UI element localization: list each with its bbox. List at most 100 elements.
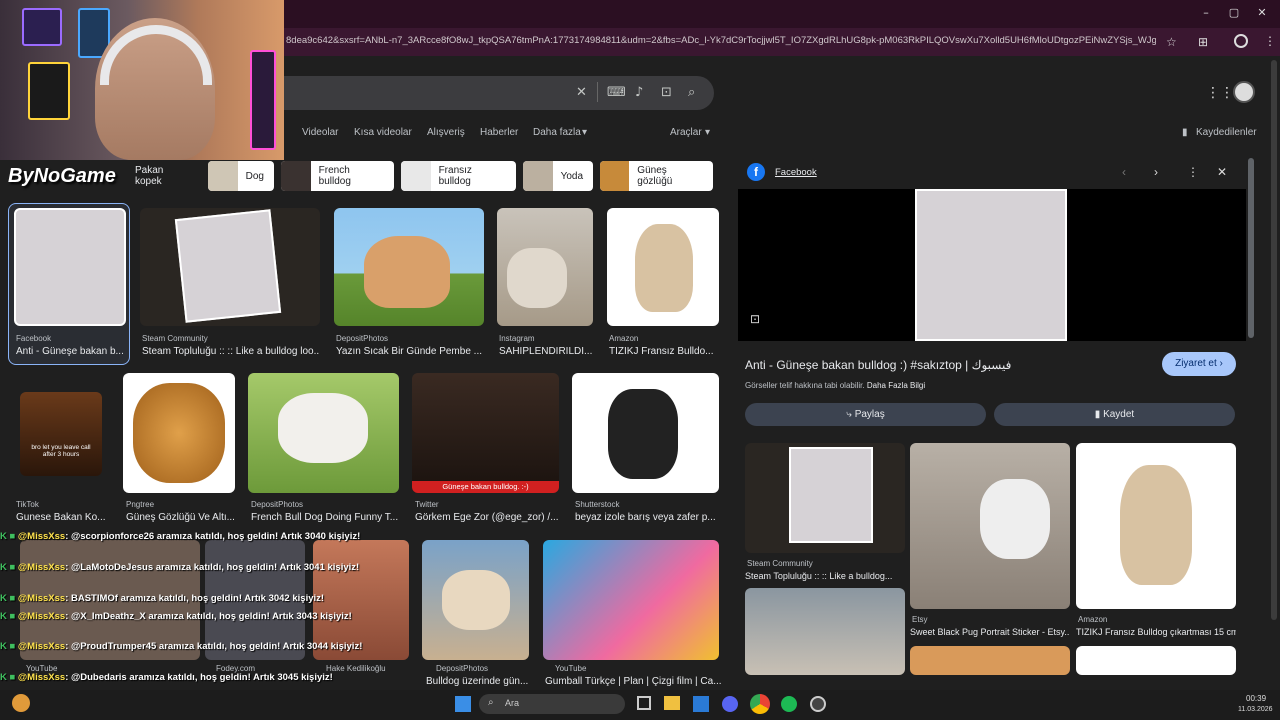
chip-pakan-kopek[interactable]: Pakan kopek xyxy=(95,161,199,191)
result-image[interactable]: bro let you leave call after 3 hours xyxy=(20,392,102,476)
result-image[interactable] xyxy=(572,373,719,493)
chevron-down-icon: ▾ xyxy=(582,127,588,138)
save-label: Kaydet xyxy=(1103,409,1135,420)
related-title[interactable]: Steam Topluluğu :: :: Like a bulldog... xyxy=(745,571,905,581)
next-arrow-icon[interactable]: › xyxy=(1154,165,1158,179)
save-button[interactable]: ▮ Kaydet xyxy=(994,403,1235,426)
lens-icon[interactable]: ⊡ xyxy=(661,85,672,100)
maximize-icon[interactable]: ▢ xyxy=(1226,6,1242,22)
panel-source-link[interactable]: Facebook xyxy=(775,167,817,178)
chip-thumb xyxy=(208,161,238,191)
chip-fransiz-bulldog[interactable]: Fransız bulldog xyxy=(401,161,516,191)
result-source: Shutterstock xyxy=(575,500,620,509)
result-source: Steam Community xyxy=(142,334,208,343)
discord-icon[interactable] xyxy=(722,696,738,712)
result-image[interactable] xyxy=(140,208,320,326)
search-input[interactable] xyxy=(284,76,714,110)
result-source: DepositPhotos xyxy=(436,664,489,673)
chevron-down-icon: ▾ xyxy=(705,127,711,138)
url-text[interactable]: 8dea9c642&sxsrf=ANbL-n7_3ARcce8fO8wJ_tkp… xyxy=(286,35,1156,46)
chrome-icon[interactable] xyxy=(750,694,770,714)
tab-videos[interactable]: Videolar xyxy=(302,127,339,138)
result-image[interactable] xyxy=(123,373,235,493)
related-image[interactable] xyxy=(910,443,1070,609)
page-scrollbar[interactable] xyxy=(1271,60,1277,620)
result-title[interactable]: Güneş Gözlüğü Ve Altı... xyxy=(126,512,238,523)
chip-french-bulldog[interactable]: French bulldog xyxy=(281,161,394,191)
share-button[interactable]: ⤷ Paylaş xyxy=(745,403,986,426)
lens-icon[interactable]: ⊡ xyxy=(750,312,760,326)
dog-card xyxy=(174,209,282,323)
bookmark-icon[interactable]: ▮ xyxy=(1182,127,1188,138)
task-view-icon[interactable] xyxy=(637,696,651,710)
panel-scrollbar[interactable] xyxy=(1248,158,1254,338)
tab-short-videos[interactable]: Kısa videolar xyxy=(354,127,412,138)
related-image[interactable] xyxy=(1076,646,1236,675)
file-explorer-icon[interactable] xyxy=(664,696,680,710)
result-image[interactable] xyxy=(248,373,399,493)
chip-yoda[interactable]: Yoda xyxy=(523,161,593,191)
result-image[interactable] xyxy=(497,208,593,326)
spotify-icon[interactable] xyxy=(781,696,797,712)
saved-button[interactable]: Kaydedilenler xyxy=(1196,127,1257,138)
related-image[interactable] xyxy=(910,646,1070,675)
tiktok-caption: bro let you leave call after 3 hours xyxy=(31,444,91,458)
result-title[interactable]: French Bull Dog Doing Funny T... xyxy=(251,512,401,523)
result-title[interactable]: Bulldog üzerinde gün... xyxy=(426,676,536,687)
taskbar-search[interactable] xyxy=(479,694,625,714)
panel-title: Anti - Güneşe bakan bulldog :) #sakıztop… xyxy=(745,358,1012,372)
tab-shopping[interactable]: Alışveriş xyxy=(427,127,465,138)
close-panel-icon[interactable]: ✕ xyxy=(1217,165,1227,179)
result-image[interactable] xyxy=(422,540,529,660)
result-title[interactable]: beyaz izole barış veya zafer p... xyxy=(575,512,720,523)
preview-image[interactable] xyxy=(915,189,1067,341)
minimize-icon[interactable]: – xyxy=(1198,6,1214,22)
result-source: Amazon xyxy=(609,334,639,343)
profile-icon[interactable] xyxy=(1234,34,1248,48)
translate-icon[interactable]: ⊞ xyxy=(1198,35,1208,49)
result-title[interactable]: SAHİPLENDİRİLDİ... xyxy=(499,346,593,357)
result-title[interactable]: Steam Topluluğu :: :: Like a bulldog loo… xyxy=(142,346,320,357)
clear-search-icon[interactable]: ✕ xyxy=(576,85,587,100)
menu-kebab-icon[interactable]: ⋮ xyxy=(1264,34,1276,48)
result-image[interactable] xyxy=(334,208,484,326)
tab-news[interactable]: Haberler xyxy=(480,127,518,138)
related-image[interactable] xyxy=(745,588,905,675)
prev-arrow-icon[interactable]: ‹ xyxy=(1122,165,1126,179)
result-title[interactable]: Yazın Sıcak Bir Günde Pembe ... xyxy=(336,346,484,357)
result-title[interactable]: Görkem Ege Zor (@ege_zor) /... xyxy=(415,512,560,523)
tools-button[interactable]: Araçlar xyxy=(670,127,702,138)
store-icon[interactable] xyxy=(693,696,709,712)
account-avatar[interactable] xyxy=(1233,81,1255,103)
dog-shape xyxy=(980,479,1050,559)
close-window-icon[interactable]: ✕ xyxy=(1254,6,1270,22)
result-image[interactable] xyxy=(543,540,719,660)
related-image[interactable] xyxy=(745,443,905,553)
related-image[interactable] xyxy=(1076,443,1236,609)
result-image[interactable] xyxy=(14,208,126,326)
result-title[interactable]: Anti - Güneşe bakan b... xyxy=(16,346,126,357)
result-image[interactable]: Güneşe bakan bulldog. :-) xyxy=(412,373,559,493)
weather-icon[interactable] xyxy=(12,694,30,712)
related-source: Steam Community xyxy=(747,559,813,568)
search-icon[interactable]: ⌕ xyxy=(688,85,695,100)
related-title[interactable]: TIZIKJ Fransız Bulldog çıkartması 15 cm.… xyxy=(1076,627,1236,637)
tab-more[interactable]: Daha fazla xyxy=(533,127,581,138)
chip-gunes-gozlugu[interactable]: Güneş gözlüğü xyxy=(600,161,713,191)
apps-grid-icon[interactable]: ⋮⋮ xyxy=(1206,85,1234,101)
keyboard-icon[interactable]: ⌨ xyxy=(607,85,626,100)
result-image[interactable] xyxy=(607,208,719,326)
more-info-link[interactable]: Daha Fazla Bilgi xyxy=(867,381,925,390)
bookmark-star-icon[interactable]: ☆ xyxy=(1166,35,1177,49)
app-icon[interactable] xyxy=(810,696,826,712)
result-title[interactable]: TIZIKJ Fransız Bulldo... xyxy=(609,346,719,357)
related-title[interactable]: Sweet Black Pug Portrait Sticker - Etsy.… xyxy=(910,627,1070,637)
result-source: YouTube xyxy=(555,664,587,673)
microphone-icon[interactable]: ♪ xyxy=(635,85,643,100)
windows-start-icon[interactable] xyxy=(455,696,471,712)
more-options-icon[interactable]: ⋮ xyxy=(1187,165,1199,179)
result-title[interactable]: Gumball Türkçe | Plan | Çizgi film | Ca.… xyxy=(545,676,721,687)
visit-button[interactable]: Ziyaret et › xyxy=(1162,352,1236,376)
chip-dog[interactable]: Dog xyxy=(208,161,274,191)
result-title[interactable]: Gunese Bakan Ko... xyxy=(16,512,116,523)
